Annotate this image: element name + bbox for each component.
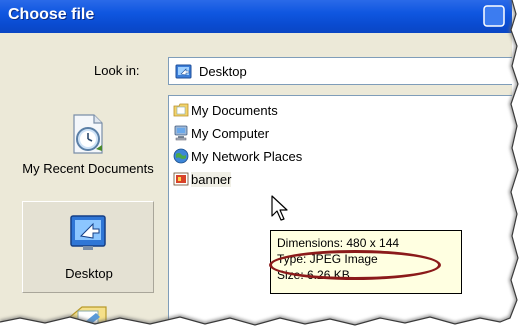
look-in-value: Desktop (199, 64, 247, 79)
file-info-tooltip: Dimensions: 480 x 144 Type: JPEG Image S… (270, 230, 462, 294)
look-in-label: Look in: (94, 63, 140, 78)
file-item-my-network-places[interactable]: My Network Places (173, 146, 302, 166)
place-label-desktop: Desktop (65, 266, 113, 281)
title-bar[interactable]: Choose file (0, 0, 512, 33)
place-my-recent-documents[interactable]: My Recent Documents (22, 103, 154, 203)
my-computer-icon (173, 125, 189, 141)
place-label-recent: My Recent Documents (22, 161, 154, 176)
look-in-combobox[interactable]: Desktop (168, 57, 512, 85)
tooltip-dimensions: Dimensions: 480 x 144 (277, 236, 400, 250)
file-item-banner[interactable]: banner (173, 169, 232, 189)
file-item-my-computer[interactable]: My Computer (173, 123, 269, 143)
my-documents-icon (66, 303, 110, 325)
places-bar: My Recent Documents Desktop (0, 95, 158, 325)
my-documents-folder-icon (173, 102, 189, 118)
file-item-my-documents[interactable]: My Documents (173, 100, 278, 120)
mouse-pointer-icon (271, 195, 288, 221)
file-label: My Network Places (191, 148, 303, 164)
desktop-icon (67, 212, 111, 259)
screenshot-stage: Choose file Look in: Desktop My Recent D… (0, 0, 524, 335)
title-button-icon[interactable] (482, 4, 506, 28)
window-title: Choose file (8, 6, 95, 23)
image-file-icon (173, 171, 189, 187)
place-my-documents[interactable] (22, 297, 154, 325)
file-label: My Computer (191, 125, 270, 141)
desktop-icon (175, 63, 193, 86)
file-label: My Documents (191, 102, 278, 118)
tooltip-size: Size: 6.26 KB (277, 268, 350, 282)
network-places-icon (173, 148, 189, 164)
recent-documents-icon (66, 111, 110, 162)
file-label: banner (191, 171, 232, 187)
place-desktop[interactable]: Desktop (22, 201, 154, 293)
tooltip-type: Type: JPEG Image (277, 252, 378, 266)
